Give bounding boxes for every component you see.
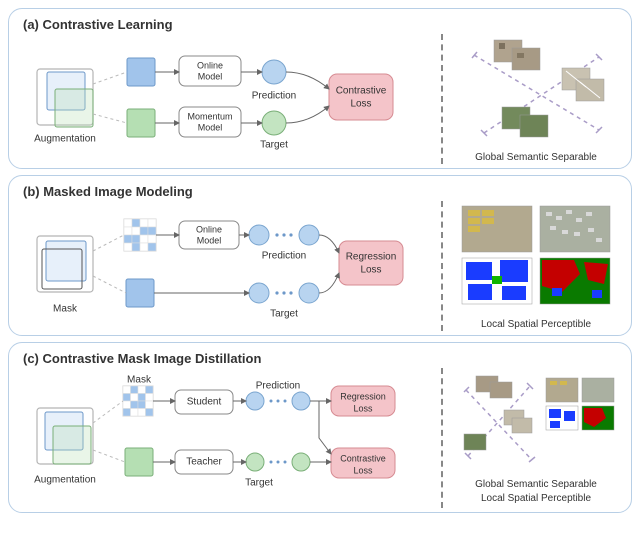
svg-text:Loss: Loss: [353, 465, 373, 475]
thumb-cluster-2: [562, 68, 604, 101]
prediction-b: Prediction: [262, 251, 306, 262]
contrastive-loss-label: Contrastive: [336, 86, 387, 97]
svg-text:Loss: Loss: [360, 265, 381, 276]
augmentation-c: Augmentation: [34, 475, 96, 486]
svg-text:Model: Model: [198, 122, 223, 132]
mask-label: Mask: [53, 304, 78, 315]
augmentation-label: Augmentation: [34, 134, 96, 145]
target-c: Target: [245, 478, 273, 489]
mask-c: Mask: [127, 375, 152, 386]
prediction-c: Prediction: [256, 381, 300, 392]
panel-c-right-caption-1: Global Semantic Separable: [475, 479, 597, 491]
regression-loss-label: Regression: [346, 252, 397, 263]
svg-text:Model: Model: [198, 71, 223, 81]
panel-contrastive-learning: (a) Contrastive Learning Augmentation: [8, 8, 632, 169]
panel-contrastive-mask-distillation: (c) Contrastive Mask Image Distillation …: [8, 342, 632, 513]
thumb-cluster-1: [494, 40, 540, 70]
panel-b-right: Local Spatial Perceptible: [451, 201, 621, 331]
panel-b-right-caption: Local Spatial Perceptible: [481, 319, 591, 331]
panel-b-diagram: Mask Online Model Prediction T: [19, 201, 433, 331]
panel-masked-image-modeling: (b) Masked Image Modeling: [8, 175, 632, 336]
panel-c-diagram: Augmentation Mask: [19, 368, 433, 508]
svg-text:Model: Model: [197, 235, 222, 245]
masked-patch-icon: [124, 219, 156, 251]
online-model-b: Online: [196, 224, 222, 234]
panel-a-title: (a) Contrastive Learning: [23, 17, 621, 32]
online-model-label: Online: [197, 60, 223, 70]
divider: [441, 34, 443, 164]
svg-text:Loss: Loss: [353, 403, 373, 413]
thumb-cluster-3: [502, 107, 548, 137]
panel-a-diagram: Augmentation Online Model Momentum Model: [19, 34, 433, 164]
target-b: Target: [270, 309, 298, 320]
panel-c-title: (c) Contrastive Mask Image Distillation: [23, 351, 621, 366]
target-label: Target: [260, 140, 288, 151]
prediction-label: Prediction: [252, 91, 296, 102]
semantic-scatter-a: [454, 35, 619, 150]
student-label: Student: [187, 397, 222, 408]
combined-right-c: [454, 372, 619, 477]
con-loss-c: Contrastive: [340, 453, 386, 463]
panel-c-right: Global Semantic Separable Local Spatial …: [451, 368, 621, 508]
local-perceptible-grid: [454, 202, 619, 317]
panel-a-right: Global Semantic Separable: [451, 34, 621, 164]
panel-a-right-caption: Global Semantic Separable: [475, 152, 597, 164]
momentum-model-label: Momentum: [187, 111, 232, 121]
panel-c-right-caption-2: Local Spatial Perceptible: [481, 493, 591, 505]
teacher-label: Teacher: [186, 457, 222, 468]
panel-b-title: (b) Masked Image Modeling: [23, 184, 621, 199]
svg-text:Loss: Loss: [350, 99, 371, 110]
reg-loss-c: Regression: [340, 391, 386, 401]
